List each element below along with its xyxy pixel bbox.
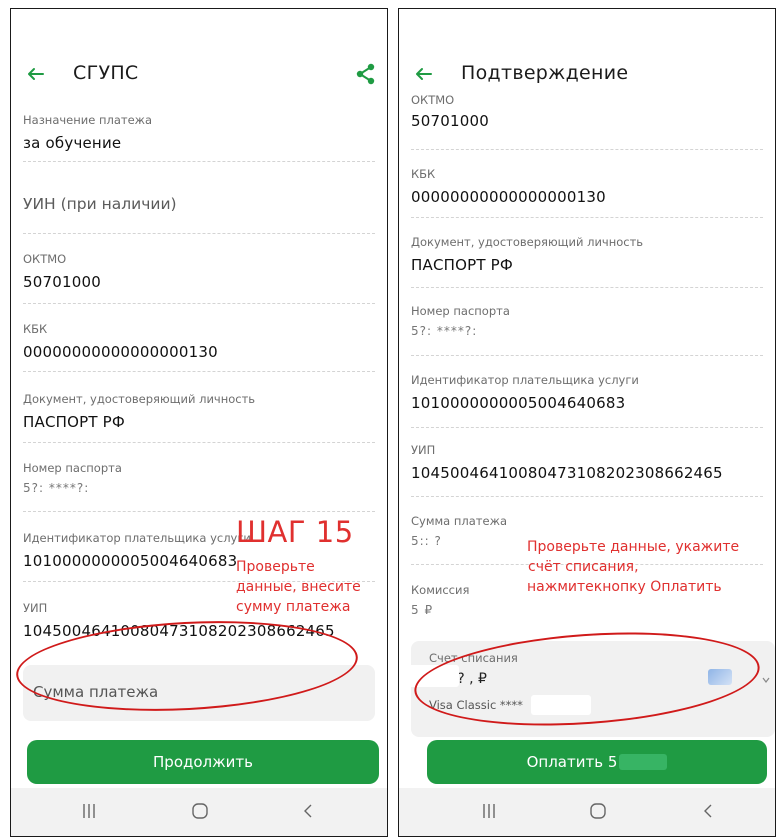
pay-button-label: Оплатить 5 [526, 753, 618, 771]
field-document: Документ, удостоверяющий личность ПАСПОР… [411, 235, 644, 274]
system-navbar [11, 788, 387, 836]
left-note: Проверьте данные, внесите сумму платежа [236, 557, 361, 617]
back-nav-icon[interactable] [301, 802, 315, 820]
home-icon[interactable] [191, 802, 209, 820]
masked-passport: 5?: ****?: [411, 324, 478, 338]
divider [411, 149, 763, 150]
back-arrow-icon[interactable] [23, 61, 49, 87]
note-line: Проверьте [236, 559, 315, 575]
recent-apps-icon[interactable] [481, 802, 497, 820]
divider [23, 233, 375, 234]
back-arrow-icon[interactable] [411, 61, 437, 87]
note-line: данные, внесите [236, 579, 361, 595]
app-header: Подтверждение [399, 55, 775, 95]
field-oktmo: ОКТМО 50701000 [411, 93, 489, 130]
masked-commission: 5 ₽ [411, 603, 434, 617]
divider [23, 442, 375, 443]
divider [411, 427, 763, 428]
field-passport-number[interactable]: Номер паспорта 5?: ****?: [23, 461, 375, 495]
divider [23, 303, 375, 304]
field-document[interactable]: Документ, удостоверяющий личность ПАСПОР… [23, 392, 375, 432]
step-annotation: ШАГ 15 [236, 515, 354, 549]
field-oktmo[interactable]: ОКТМО 50701000 [23, 252, 375, 292]
back-nav-icon[interactable] [701, 802, 715, 820]
field-kbk: КБК 00000000000000000130 [411, 167, 606, 206]
note-line: счёт списания, [528, 559, 639, 575]
page-title: Подтверждение [461, 62, 629, 84]
home-icon[interactable] [589, 802, 607, 820]
pay-button[interactable]: Оплатить 5 [427, 740, 767, 784]
note-line: сумму платежа [236, 599, 351, 615]
note-line: нажмитекнопку Оплатить [527, 579, 722, 595]
field-uip: УИП 10450046410080473108202308662465 [411, 443, 723, 482]
masked-passport: 5?: ****?: [23, 481, 90, 495]
system-navbar [399, 788, 775, 836]
divider [411, 287, 763, 288]
divider [23, 161, 375, 162]
divider [23, 511, 375, 512]
page-title: СГУПС [73, 62, 139, 84]
field-payer-id: Идентификатор плательщика услуги 1010000… [411, 373, 639, 412]
field-passport-number: Номер паспорта 5?: ****?: [411, 304, 763, 338]
right-note: Проверьте данные, укажите счёт списания,… [527, 537, 739, 597]
redaction-mask [619, 754, 668, 770]
app-header: СГУПС [11, 55, 387, 95]
field-uin[interactable]: УИН (при наличии) [23, 195, 375, 213]
note-line: Проверьте данные, укажите [527, 539, 740, 555]
chevron-down-icon [762, 677, 770, 683]
divider [411, 355, 763, 356]
divider [23, 371, 375, 372]
divider [411, 217, 763, 218]
continue-button[interactable]: Продолжить [27, 740, 379, 784]
left-phone-screen: СГУПС Назначение платежа за обучение УИН… [10, 8, 388, 837]
field-kbk[interactable]: КБК 00000000000000000130 [23, 322, 375, 362]
divider [411, 496, 763, 497]
share-icon[interactable] [355, 62, 377, 86]
recent-apps-icon[interactable] [81, 802, 97, 820]
field-purpose[interactable]: Назначение платежа за обучение [23, 113, 375, 153]
